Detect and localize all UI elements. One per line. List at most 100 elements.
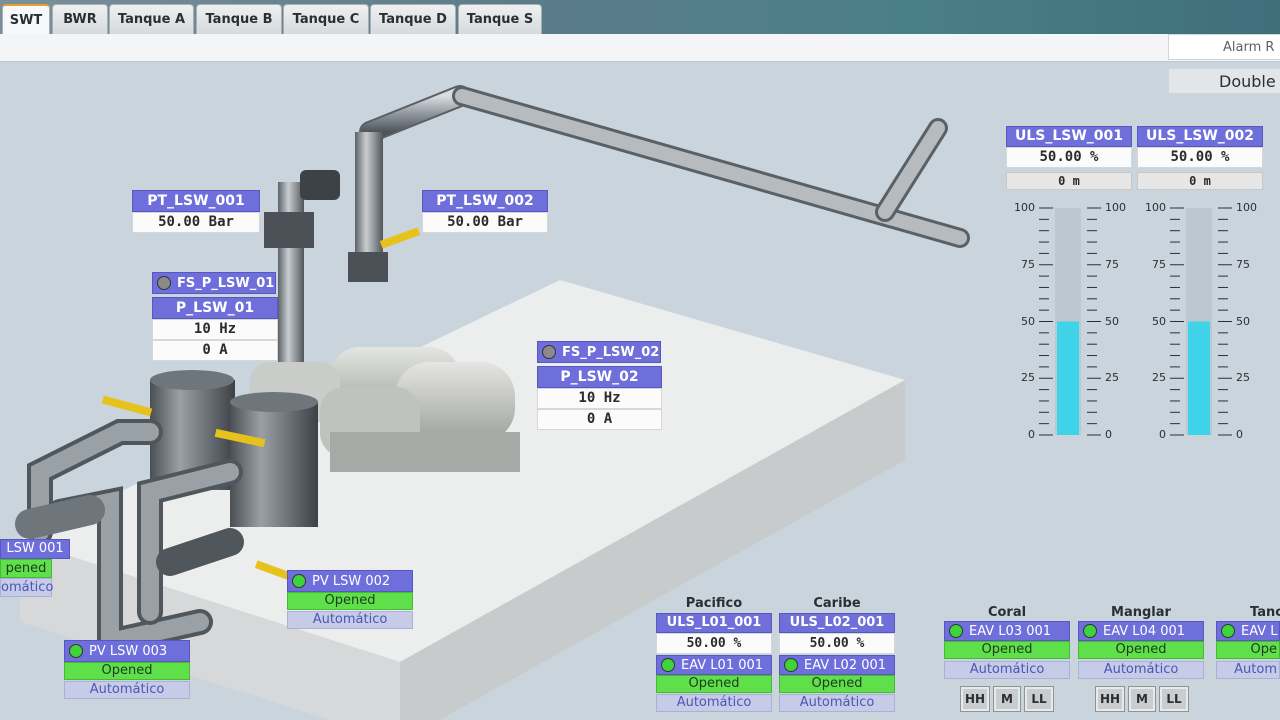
uls-lsw-002-gauge: 100 100 75 75 50 50 25 25 0 0 bbox=[1136, 200, 1266, 445]
tab-tanque-b[interactable]: Tanque B bbox=[196, 4, 282, 34]
eav-l04-001-mode[interactable]: Automático bbox=[1078, 661, 1204, 679]
pv-lsw-002-label: PV LSW 002 bbox=[312, 573, 391, 589]
uls-lsw-002-label[interactable]: ULS_LSW_002 bbox=[1137, 126, 1263, 147]
eav-l0x-001[interactable]: EAV L bbox=[1216, 621, 1280, 641]
filter-tank-2 bbox=[230, 392, 318, 527]
manglar-hh-button[interactable]: HH bbox=[1095, 686, 1125, 712]
gauge-level-fill bbox=[1057, 321, 1079, 435]
gauge-tick-label: 0 bbox=[1236, 428, 1243, 441]
eav-l01-001-state: Opened bbox=[656, 675, 772, 693]
eav-l0x-001-mode[interactable]: Autom bbox=[1216, 661, 1280, 679]
eav-l02-001-mode[interactable]: Automático bbox=[779, 694, 895, 712]
uls-l01-001-percent: 50.00 % bbox=[656, 633, 772, 654]
pt-lsw-001-value: 50.00 Bar bbox=[132, 212, 260, 233]
coral-ll-button[interactable]: LL bbox=[1024, 686, 1054, 712]
uls-lsw-001-label[interactable]: ULS_LSW_001 bbox=[1006, 126, 1132, 147]
double-button[interactable]: Double bbox=[1168, 68, 1280, 94]
uls-l01-001-label[interactable]: ULS_L01_001 bbox=[656, 613, 772, 633]
gauge-tick-label: 25 bbox=[1236, 371, 1250, 385]
pacifico-title: Pacifico bbox=[685, 596, 743, 611]
status-indicator-icon bbox=[157, 276, 171, 290]
status-indicator-icon bbox=[1083, 624, 1097, 638]
gauge-tick-label: 25 bbox=[1021, 371, 1035, 385]
uls-lsw-001-percent: 50.00 % bbox=[1006, 147, 1132, 168]
eav-l01-001-mode[interactable]: Automático bbox=[656, 694, 772, 712]
pv-lsw-003-label: PV LSW 003 bbox=[89, 643, 168, 659]
fs-p-lsw-02[interactable]: FS_P_LSW_02 bbox=[537, 341, 661, 363]
eav-l04-001-state: Opened bbox=[1078, 641, 1204, 659]
p-lsw-02-current: 0 A bbox=[537, 409, 662, 430]
manglar-m-button[interactable]: M bbox=[1128, 686, 1156, 712]
pv-lsw-003-mode[interactable]: Automático bbox=[64, 681, 190, 699]
p-lsw-02-label[interactable]: P_LSW_02 bbox=[537, 366, 662, 388]
eav-l04-001-label: EAV L04 001 bbox=[1103, 623, 1186, 639]
gauge-tick-label: 50 bbox=[1236, 314, 1250, 328]
gauge-tick-label: 0 bbox=[1159, 428, 1166, 441]
eav-l02-001-label: EAV L02 001 bbox=[804, 657, 887, 673]
p-lsw-01-current: 0 A bbox=[152, 340, 278, 361]
gauge-tick-label: 75 bbox=[1021, 257, 1035, 271]
gauge-tick-label: 25 bbox=[1105, 371, 1119, 385]
tanq-title: Tanc bbox=[1250, 605, 1280, 620]
gauge-tick-label: 0 bbox=[1028, 428, 1035, 441]
coral-m-button[interactable]: M bbox=[993, 686, 1021, 712]
pv-lsw-001-mode[interactable]: omático bbox=[0, 578, 53, 597]
pt-lsw-001-label[interactable]: PT_LSW_001 bbox=[132, 190, 260, 212]
eav-l04-001[interactable]: EAV L04 001 bbox=[1078, 621, 1204, 641]
gauge-tick-label: 100 bbox=[1014, 201, 1035, 214]
uls-l02-001-percent: 50.00 % bbox=[779, 633, 895, 654]
tab-tanque-a[interactable]: Tanque A bbox=[109, 4, 194, 34]
tab-tanque-d[interactable]: Tanque D bbox=[370, 4, 456, 34]
pv-lsw-002-mode[interactable]: Automático bbox=[287, 611, 413, 629]
pt-lsw-002-label[interactable]: PT_LSW_002 bbox=[422, 190, 548, 212]
status-indicator-icon bbox=[1221, 624, 1235, 638]
p-lsw-01-label[interactable]: P_LSW_01 bbox=[152, 297, 278, 319]
coral-hh-button[interactable]: HH bbox=[960, 686, 990, 712]
gauge-tick-label: 100 bbox=[1236, 201, 1257, 214]
eav-l0x-001-state: Ope bbox=[1216, 641, 1280, 659]
uls-l02-001-label[interactable]: ULS_L02_001 bbox=[779, 613, 895, 633]
gauge-tick-label: 25 bbox=[1152, 371, 1166, 385]
uls-lsw-002-meters: 0 m bbox=[1137, 172, 1263, 190]
eav-l03-001-label: EAV L03 001 bbox=[969, 623, 1052, 639]
pv-lsw-003[interactable]: PV LSW 003 bbox=[64, 640, 190, 662]
manglar-title: Manglar bbox=[1111, 605, 1171, 620]
pt-lsw-002-value: 50.00 Bar bbox=[422, 212, 548, 233]
status-indicator-icon bbox=[949, 624, 963, 638]
gauge-tick-label: 50 bbox=[1152, 314, 1166, 328]
eav-l03-001-mode[interactable]: Automático bbox=[944, 661, 1070, 679]
eav-l0x-001-label: EAV L bbox=[1241, 623, 1278, 639]
tab-tanque-c[interactable]: Tanque C bbox=[283, 4, 369, 34]
eav-l03-001[interactable]: EAV L03 001 bbox=[944, 621, 1070, 641]
uls-lsw-001-gauge: 100 100 75 75 50 50 25 25 0 0 bbox=[1005, 200, 1135, 445]
pv-lsw-003-state: Opened bbox=[64, 662, 190, 680]
gauge-level-fill bbox=[1188, 321, 1210, 435]
uls-lsw-002-percent: 50.00 % bbox=[1137, 147, 1263, 168]
gauge-tick-label: 100 bbox=[1105, 201, 1126, 214]
pv-lsw-001-state: pened bbox=[0, 559, 52, 578]
pv-lsw-002[interactable]: PV LSW 002 bbox=[287, 570, 413, 592]
gauge-tick-label: 50 bbox=[1105, 314, 1119, 328]
gauge-tick-label: 75 bbox=[1105, 257, 1119, 271]
fs-p-lsw-01-label: FS_P_LSW_01 bbox=[177, 275, 275, 291]
gauge-tick-label: 75 bbox=[1236, 257, 1250, 271]
manglar-ll-button[interactable]: LL bbox=[1159, 686, 1189, 712]
tab-swt[interactable]: SWT bbox=[2, 4, 50, 35]
alarm-button[interactable]: Alarm R bbox=[1168, 34, 1280, 60]
status-indicator-icon bbox=[661, 658, 675, 672]
fs-p-lsw-01[interactable]: FS_P_LSW_01 bbox=[152, 272, 276, 294]
status-indicator-icon bbox=[542, 345, 556, 359]
tab-bwr[interactable]: BWR bbox=[52, 4, 108, 34]
pv-lsw-002-state: Opened bbox=[287, 592, 413, 610]
caribe-title: Caribe bbox=[813, 596, 861, 611]
status-indicator-icon bbox=[69, 644, 83, 658]
gauge-tick-label: 75 bbox=[1152, 257, 1166, 271]
status-indicator-icon bbox=[784, 658, 798, 672]
eav-l01-001[interactable]: EAV L01 001 bbox=[656, 655, 772, 675]
p-lsw-01-frequency: 10 Hz bbox=[152, 319, 278, 340]
eav-l02-001[interactable]: EAV L02 001 bbox=[779, 655, 895, 675]
tab-tanque-s[interactable]: Tanque S bbox=[458, 4, 542, 34]
gauge-tick-label: 0 bbox=[1105, 428, 1112, 441]
p-lsw-02-frequency: 10 Hz bbox=[537, 388, 662, 409]
pv-lsw-001-label[interactable]: LSW 001 bbox=[0, 539, 70, 559]
